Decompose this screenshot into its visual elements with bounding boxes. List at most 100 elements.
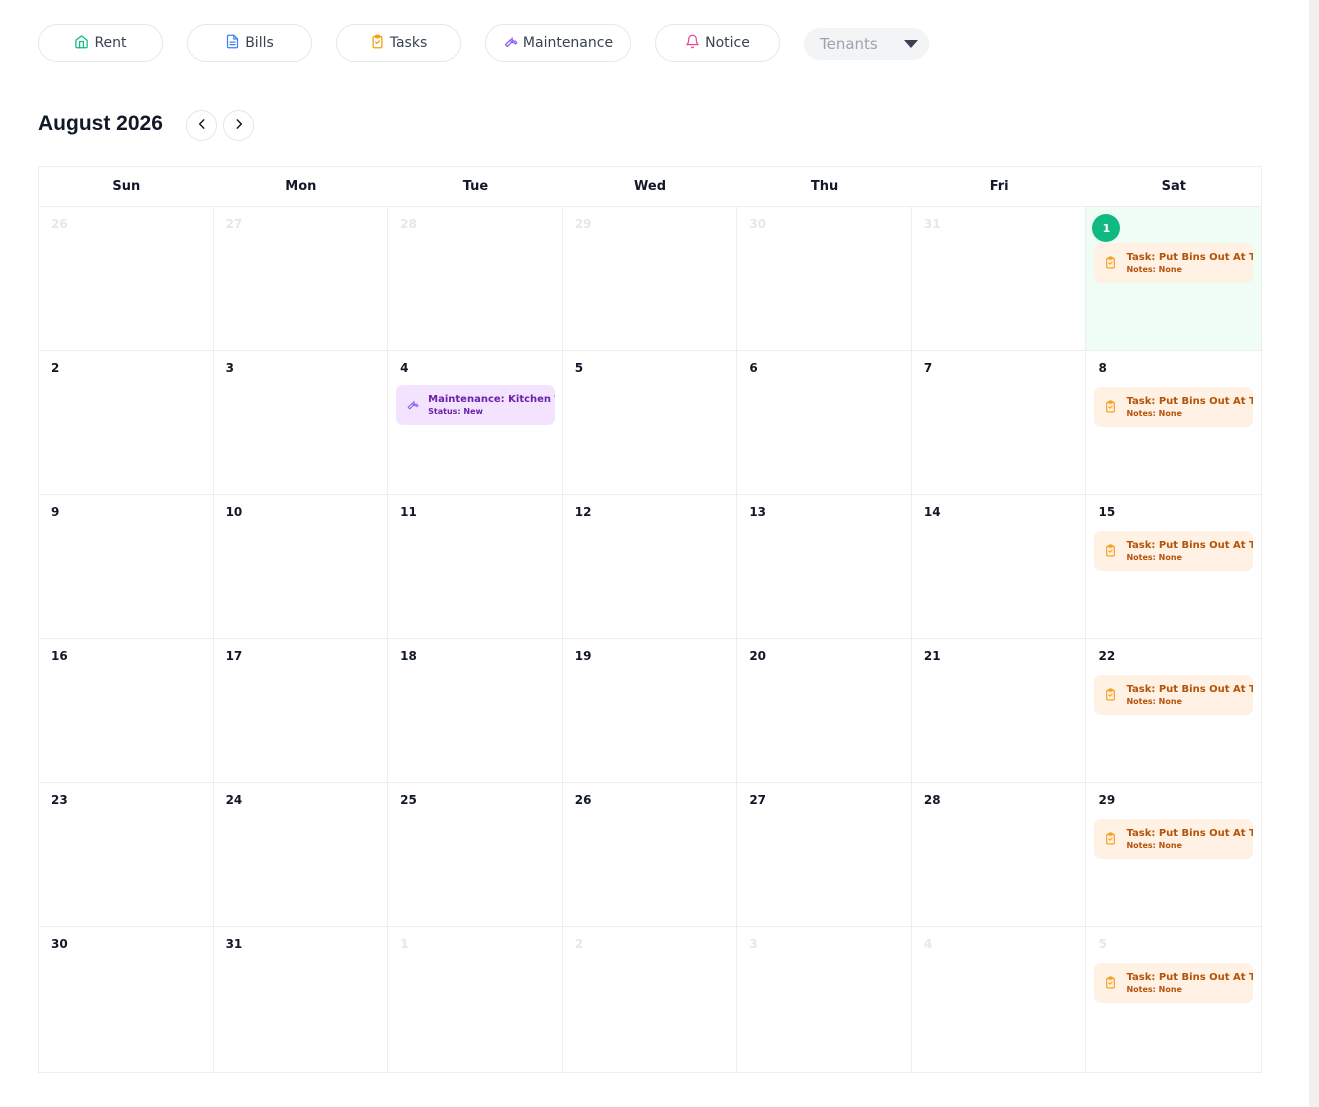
calendar-day-cell[interactable]: 30 — [737, 207, 912, 350]
home-icon — [74, 34, 89, 53]
event-notes: Notes: None — [1126, 552, 1182, 562]
day-number: 9 — [51, 505, 60, 519]
day-number: 17 — [225, 649, 243, 663]
calendar-day-cell[interactable]: 12 — [563, 495, 738, 638]
day-number: 30 — [51, 937, 68, 951]
calendar-day-cell[interactable]: 16 — [39, 639, 214, 782]
day-number: 4 — [400, 361, 409, 375]
calendar-day-cell[interactable]: 25 — [388, 783, 563, 926]
calendar-day-cell[interactable]: 29 — [563, 207, 738, 350]
calendar-day-cell[interactable]: 5 — [563, 351, 738, 494]
task-event[interactable]: Task: Put Bins Out At TapNotes: None — [1094, 963, 1254, 1003]
calendar-day-cell[interactable]: 19 — [563, 639, 738, 782]
calendar-day-cell[interactable]: 27 — [737, 783, 912, 926]
calendar-day-cell[interactable]: 8 Task: Put Bins Out At TapNotes: None — [1086, 351, 1261, 494]
calendar-grid: 2627282930311Task: Put Bins Out At TapNo… — [39, 207, 1262, 1072]
page-scrollbar[interactable] — [1309, 0, 1319, 1107]
day-number: 25 — [400, 793, 417, 807]
notice-filter-button[interactable]: Notice — [655, 24, 780, 62]
task-event[interactable]: Task: Put Bins Out At TapNotes: None — [1094, 819, 1254, 859]
weekday-label: Mon — [285, 179, 317, 194]
calendar-day-cell[interactable]: 18 — [388, 639, 563, 782]
clipboard-check-icon — [1104, 254, 1117, 273]
calendar-day-cell[interactable]: 22 Task: Put Bins Out At TapNotes: None — [1086, 639, 1261, 782]
calendar-day-cell[interactable]: 28 — [388, 207, 563, 350]
task-event[interactable]: Task: Put Bins Out At TapNotes: None — [1094, 387, 1254, 427]
maintenance-filter-button[interactable]: Maintenance — [485, 24, 631, 62]
maintenance-event[interactable]: Maintenance: Kitchen TapStatus: New — [396, 385, 556, 425]
calendar-day-cell[interactable]: 23 — [39, 783, 214, 926]
day-number: 29 — [1098, 793, 1116, 807]
day-number: 22 — [1098, 649, 1116, 663]
event-title: Task: Put Bins Out At Tap — [1126, 251, 1254, 263]
calendar-day-cell[interactable]: 30 — [39, 927, 214, 1072]
day-number: 7 — [923, 361, 933, 375]
task-event[interactable]: Task: Put Bins Out At TapNotes: None — [1094, 243, 1254, 283]
calendar-day-cell[interactable]: 21 — [912, 639, 1087, 782]
calendar-day-cell[interactable]: 28 — [912, 783, 1087, 926]
calendar-week-row: 16 17 18 19 20 21 22 Task: Put Bins Out At TapN… — [39, 639, 1261, 783]
calendar-day-cell[interactable]: 2 — [563, 927, 738, 1072]
calendar-day-cell[interactable]: 4 Maintenance: Kitchen TapStatus: New — [388, 351, 563, 494]
previous-month-button[interactable] — [186, 110, 217, 141]
tenants-dropdown[interactable]: Tenants — [804, 28, 929, 60]
calendar-day-cell[interactable]: 3 — [214, 351, 389, 494]
rent-filter-label: Rent — [94, 35, 127, 51]
calendar-day-cell[interactable]: 1 — [388, 927, 563, 1072]
calendar-day-cell[interactable]: 1Task: Put Bins Out At TapNotes: None — [1086, 207, 1262, 350]
calendar-day-cell[interactable]: 15 Task: Put Bins Out At TapNotes: None — [1086, 495, 1261, 638]
day-number: 1 — [400, 937, 409, 951]
calendar-day-cell[interactable]: 20 — [737, 639, 912, 782]
document-icon — [225, 34, 240, 53]
bills-filter-button[interactable]: Bills — [187, 24, 312, 62]
event-text: Task: Put Bins Out At TapNotes: None — [1126, 827, 1253, 852]
calendar-week-row: 9 10 11 12 13 14 15 Task: Put Bins Out At TapNo… — [39, 495, 1261, 639]
calendar-day-cell[interactable]: 2 — [39, 351, 214, 494]
weekday-label: Sun — [112, 179, 141, 194]
calendar-day-cell[interactable]: 6 — [737, 351, 912, 494]
day-number: 24 — [225, 793, 243, 807]
rent-filter-button[interactable]: Rent — [38, 24, 163, 62]
calendar-day-cell[interactable]: 13 — [737, 495, 912, 638]
calendar-day-cell[interactable]: 11 — [388, 495, 563, 638]
calendar-day-cell[interactable]: 3 — [737, 927, 912, 1072]
day-number: 28 — [400, 217, 417, 231]
calendar-day-cell[interactable]: 7 — [912, 351, 1087, 494]
month-title: August 2026 — [38, 112, 163, 135]
day-number: 21 — [923, 649, 941, 663]
calendar-day-cell[interactable]: 24 — [214, 783, 389, 926]
day-number: 6 — [749, 361, 758, 375]
calendar-day-cell[interactable]: 29 Task: Put Bins Out At TapNotes: None — [1086, 783, 1261, 926]
event-text: Maintenance: Kitchen TapStatus: New — [428, 393, 555, 418]
calendar-day-cell[interactable]: 14 — [912, 495, 1087, 638]
day-number: 3 — [225, 361, 234, 375]
calendar-day-cell[interactable]: 31 — [214, 927, 389, 1072]
calendar-week-row: 30 31 1 2 3 4 5 Task: Put Bins Out At TapNotes:… — [39, 927, 1261, 1072]
calendar-day-cell[interactable]: 9 — [39, 495, 214, 638]
clipboard-check-icon — [1104, 830, 1117, 849]
tasks-filter-button[interactable]: Tasks — [336, 24, 461, 62]
day-number: 27 — [749, 793, 767, 807]
day-number: 30 — [749, 217, 767, 231]
weekday-label: Sat — [1161, 179, 1186, 194]
day-number: 8 — [1098, 361, 1107, 375]
calendar-day-cell[interactable]: 5 Task: Put Bins Out At TapNotes: None — [1086, 927, 1261, 1072]
weekday-label: Tue — [462, 179, 489, 194]
task-event[interactable]: Task: Put Bins Out At TapNotes: None — [1094, 531, 1254, 571]
task-event[interactable]: Task: Put Bins Out At TapNotes: None — [1094, 675, 1254, 715]
day-number: 3 — [749, 937, 758, 951]
calendar-day-cell[interactable]: 26 — [39, 207, 214, 350]
next-month-button[interactable] — [223, 110, 254, 141]
maintenance-filter-label: Maintenance — [522, 35, 614, 51]
calendar-week-row: 2 3 4 Maintenance: Kitchen TapStatus: New 5 6… — [39, 351, 1261, 495]
day-number: 23 — [51, 793, 68, 807]
calendar-day-cell[interactable]: 26 — [563, 783, 738, 926]
calendar-day-cell[interactable]: 17 — [214, 639, 389, 782]
clipboard-check-icon — [1104, 686, 1117, 705]
calendar-day-cell[interactable]: 27 — [214, 207, 389, 350]
calendar-day-cell[interactable]: 4 — [912, 927, 1087, 1072]
calendar-day-cell[interactable]: 31 — [912, 207, 1087, 350]
event-text: Task: Put Bins Out At TapNotes: None — [1126, 539, 1253, 564]
day-number: 31 — [923, 217, 941, 231]
calendar-day-cell[interactable]: 10 — [214, 495, 389, 638]
